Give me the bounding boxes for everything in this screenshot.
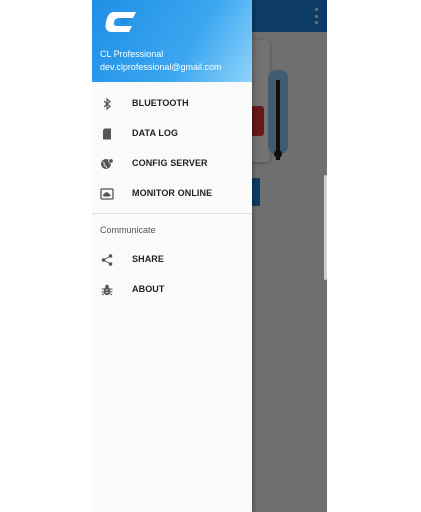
menu-label-bluetooth: BLUETOOTH xyxy=(132,98,189,108)
app-logo-icon xyxy=(105,12,136,32)
navigation-drawer: CL Professional dev.clprofessional@gmail… xyxy=(92,0,252,512)
menu-item-about[interactable]: ABOUT xyxy=(92,275,252,305)
menu-item-monitor-online[interactable]: MONITOR ONLINE xyxy=(92,179,252,209)
phone-screen: CL Professional dev.clprofessional@gmail… xyxy=(92,0,327,512)
menu-item-data-log[interactable]: DATA LOG xyxy=(92,119,252,149)
drawer-divider xyxy=(92,213,252,214)
menu-item-bluetooth[interactable]: BLUETOOTH xyxy=(92,89,252,119)
menu-label-config-server: CONFIG SERVER xyxy=(132,158,208,168)
sd-card-icon xyxy=(103,128,111,140)
screen-edge-bar xyxy=(324,175,327,280)
section-title-communicate: Communicate xyxy=(100,225,156,235)
menu-label-share: SHARE xyxy=(132,254,165,264)
globe-settings-icon xyxy=(101,158,114,169)
user-name: CL Professional xyxy=(100,49,164,59)
cloud-monitor-icon xyxy=(100,188,114,200)
menu-item-config-server[interactable]: CONFIG SERVER xyxy=(92,149,252,179)
menu-item-share[interactable]: SHARE xyxy=(92,245,252,275)
menu-label-monitor-online: MONITOR ONLINE xyxy=(132,188,213,198)
share-icon xyxy=(101,254,113,266)
menu-label-data-log: DATA LOG xyxy=(132,128,179,138)
bluetooth-icon xyxy=(103,97,111,111)
user-email: dev.clprofessional@gmail.com xyxy=(100,62,222,72)
drawer-header: CL Professional dev.clprofessional@gmail… xyxy=(92,0,252,82)
bug-icon xyxy=(101,284,113,296)
menu-label-about: ABOUT xyxy=(132,284,165,294)
